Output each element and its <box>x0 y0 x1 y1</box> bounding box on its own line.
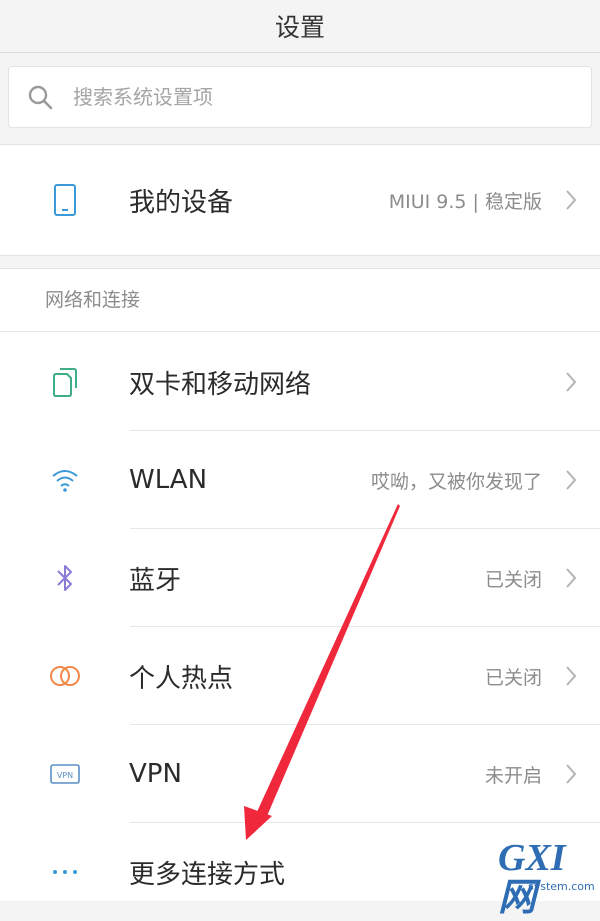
settings-item-bluetooth[interactable]: 蓝牙 已关闭 <box>0 529 600 627</box>
watermark-mark: GXI网 <box>498 837 566 919</box>
item-value: 已关闭 <box>484 666 542 689</box>
watermark-logo: GXI网 system.com <box>498 838 598 918</box>
item-value: 未开启 <box>484 764 542 787</box>
search-input[interactable] <box>71 84 555 110</box>
svg-text:VPN: VPN <box>57 771 73 780</box>
item-value: 已关闭 <box>484 568 542 591</box>
item-value: MIUI 9.5 | 稳定版 <box>388 190 542 213</box>
item-label: 个人热点 <box>129 663 234 694</box>
settings-item-wlan[interactable]: WLAN 哎呦，又被你发现了 <box>0 431 600 529</box>
chevron-right-icon <box>564 333 578 431</box>
sim-cards-icon <box>45 333 85 431</box>
device-card: 我的设备 MIUI 9.5 | 稳定版 <box>0 144 600 256</box>
more-dots-icon <box>45 823 85 921</box>
title-bar: 设置 <box>0 0 600 53</box>
vpn-icon: VPN <box>45 725 85 823</box>
chevron-right-icon <box>564 627 578 725</box>
chevron-right-icon <box>564 529 578 627</box>
chevron-right-icon <box>564 725 578 823</box>
watermark-site: system.com <box>528 880 595 893</box>
bluetooth-icon <box>45 529 85 627</box>
settings-item-vpn[interactable]: VPN VPN 未开启 <box>0 725 600 823</box>
settings-item-hotspot[interactable]: 个人热点 已关闭 <box>0 627 600 725</box>
settings-item-my-device[interactable]: 我的设备 MIUI 9.5 | 稳定版 <box>0 151 600 249</box>
wifi-icon <box>45 431 85 529</box>
item-label: 我的设备 <box>129 187 234 218</box>
network-section: 网络和连接 双卡和移动网络 WLAN 哎呦，又被你发现了 蓝牙 已关闭 个人热点… <box>0 268 600 901</box>
search-box[interactable] <box>8 66 592 128</box>
item-label: 更多连接方式 <box>129 859 286 890</box>
page-title: 设置 <box>274 13 325 42</box>
search-icon <box>28 85 53 110</box>
item-value: 哎呦，又被你发现了 <box>370 470 542 493</box>
chevron-right-icon <box>564 151 578 249</box>
settings-item-sim[interactable]: 双卡和移动网络 <box>0 333 600 431</box>
item-label: WLAN <box>129 465 208 495</box>
hotspot-icon <box>45 627 85 725</box>
chevron-right-icon <box>564 431 578 529</box>
item-label: VPN <box>129 759 182 789</box>
divider <box>0 331 600 332</box>
section-title: 网络和连接 <box>45 289 141 311</box>
item-label: 蓝牙 <box>129 565 182 596</box>
phone-icon <box>45 151 85 249</box>
item-label: 双卡和移动网络 <box>129 369 312 400</box>
